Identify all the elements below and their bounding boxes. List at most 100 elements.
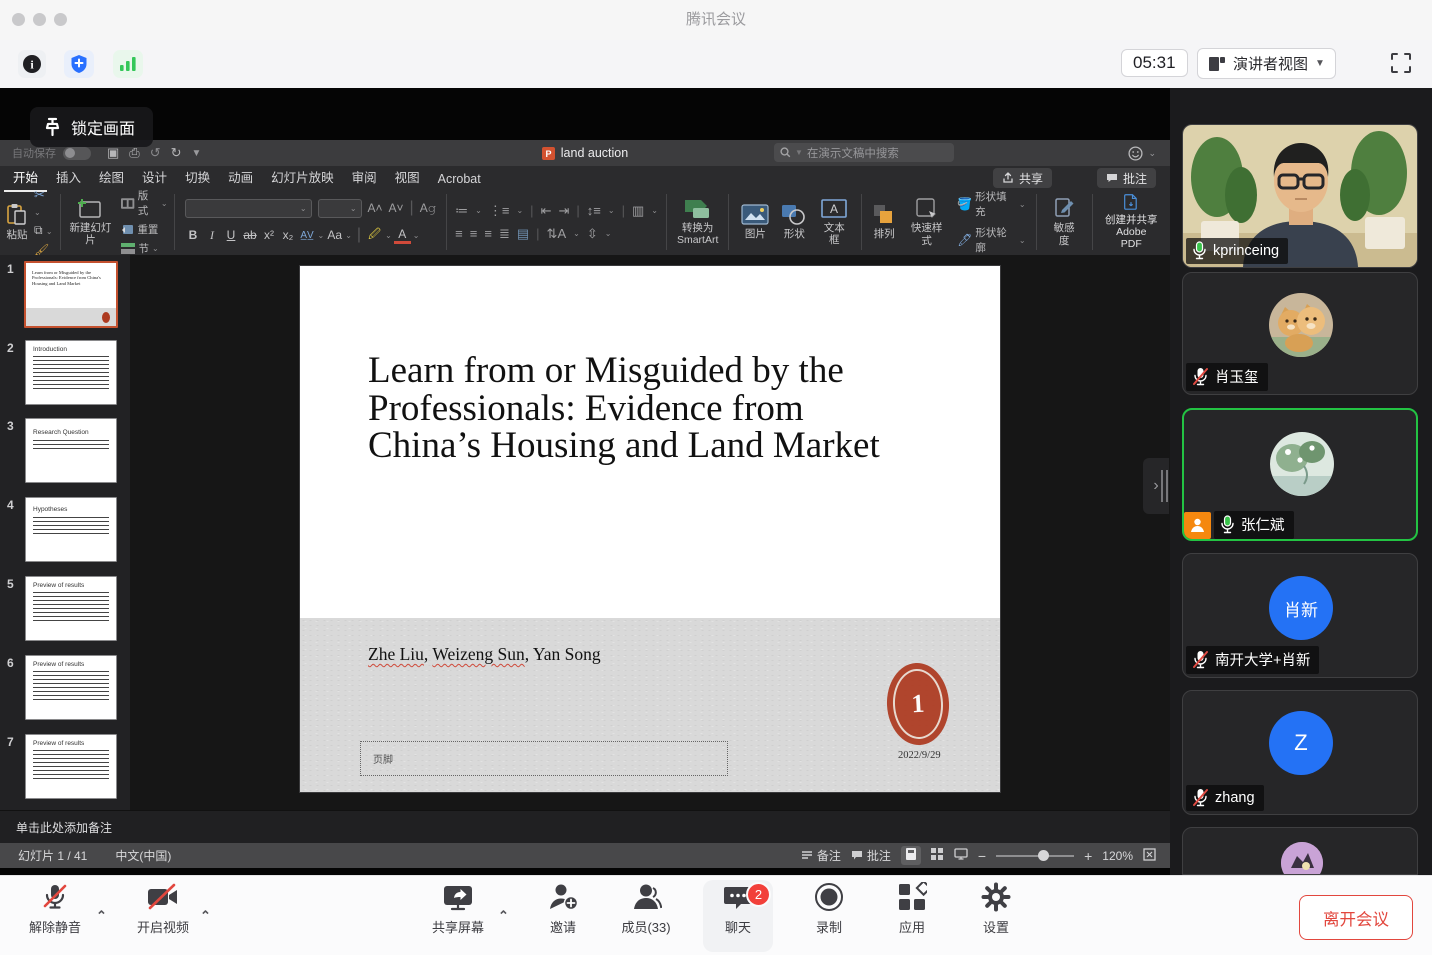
normal-view-button[interactable] bbox=[901, 846, 921, 865]
reset-button[interactable]: 重置 bbox=[121, 222, 167, 237]
tab-review[interactable]: 审阅 bbox=[343, 163, 386, 192]
font-size-select[interactable]: ⌄ bbox=[318, 199, 362, 218]
thumbnail-slide-1[interactable]: Learn from or Misguided by the Professio… bbox=[24, 261, 118, 328]
thumbnail-slide-3[interactable]: Research Question bbox=[25, 418, 117, 483]
start-video-button[interactable]: 开启视频 bbox=[121, 882, 205, 950]
fullscreen-button[interactable] bbox=[1388, 50, 1414, 81]
italic-button[interactable]: I bbox=[204, 228, 221, 243]
cut-button[interactable]: ✂ ⌄ bbox=[34, 187, 54, 218]
participant-tile-xiaoyuxi[interactable]: 肖玉玺 bbox=[1182, 272, 1418, 395]
tab-slideshow[interactable]: 幻灯片放映 bbox=[262, 163, 343, 192]
sensitivity-button[interactable]: 敏感度 bbox=[1037, 194, 1093, 250]
feedback-smiley-button[interactable]: ⌄ bbox=[1128, 146, 1156, 161]
justify-button[interactable]: ≣ bbox=[499, 226, 510, 242]
copy-button[interactable]: ⧉ ⌄ bbox=[34, 223, 54, 238]
share-screen-button[interactable]: 共享屏幕 bbox=[416, 882, 500, 950]
video-options-chevron[interactable]: ⌃ bbox=[200, 908, 211, 924]
members-button[interactable]: 成员(33) bbox=[604, 882, 688, 950]
smartart-group[interactable]: 转换为SmartArt bbox=[667, 194, 729, 250]
shape-outline-button[interactable]: 🖊形状轮廓⌄ bbox=[957, 225, 1025, 255]
slide-canvas[interactable]: Learn from or Misguided by the Professio… bbox=[300, 266, 1000, 792]
arrange-button[interactable]: 排列 bbox=[872, 203, 896, 240]
numbering-button[interactable]: ⋮≡ bbox=[489, 203, 510, 219]
align-left-button[interactable]: ≡ bbox=[455, 226, 463, 241]
search-input[interactable]: ▼ 在演示文稿中搜索 bbox=[774, 143, 954, 162]
share-document-button[interactable]: 共享 bbox=[993, 168, 1052, 188]
tab-animations[interactable]: 动画 bbox=[219, 163, 262, 192]
record-button[interactable]: 录制 bbox=[787, 882, 871, 950]
notes-pane[interactable]: 单击此处添加备注 bbox=[0, 810, 1170, 843]
strikethrough-button[interactable]: ab bbox=[242, 228, 259, 242]
decrease-indent-button[interactable]: ⇤ bbox=[541, 203, 552, 219]
settings-button[interactable]: 设置 bbox=[954, 882, 1038, 950]
comments-button[interactable]: 批注 bbox=[1097, 168, 1156, 188]
meeting-info-button[interactable]: i bbox=[18, 50, 46, 78]
paste-button[interactable]: 粘贴 bbox=[6, 203, 28, 241]
apps-button[interactable]: 应用 bbox=[870, 882, 954, 950]
align-right-button[interactable]: ≡ bbox=[484, 226, 492, 241]
undo-icon[interactable]: ↺ bbox=[150, 145, 161, 161]
change-case-button[interactable]: Aa bbox=[326, 228, 343, 242]
sidebar-drag-handle-icon[interactable] bbox=[1161, 470, 1168, 502]
thumbnail-slide-7[interactable]: Preview of results bbox=[25, 734, 117, 799]
thumbnail-slide-4[interactable]: Hypotheses bbox=[25, 497, 117, 562]
increase-indent-button[interactable]: ⇥ bbox=[558, 203, 569, 219]
layout-button[interactable]: 版式⌄ bbox=[121, 188, 167, 218]
distribute-button[interactable]: ▤ bbox=[517, 226, 529, 242]
bullets-button[interactable]: ≔ bbox=[455, 203, 468, 219]
textbox-button[interactable]: A 文本框 bbox=[819, 198, 849, 246]
adobe-pdf-button[interactable]: 创建并共享Adobe PDF bbox=[1093, 194, 1170, 250]
slide-sorter-view-button[interactable] bbox=[931, 848, 944, 863]
section-button[interactable]: 节⌄ bbox=[121, 241, 167, 256]
save-icon[interactable]: ▣ bbox=[107, 145, 119, 161]
underline-button[interactable]: U bbox=[223, 228, 240, 242]
footer-placeholder-box[interactable]: 页脚 bbox=[360, 741, 728, 776]
network-quality-button[interactable] bbox=[113, 50, 143, 78]
thumbnail-slide-6[interactable]: Preview of results bbox=[25, 655, 117, 720]
zoom-in-button[interactable]: + bbox=[1084, 848, 1092, 864]
line-spacing-button[interactable]: ↕≡ bbox=[587, 203, 601, 218]
unmute-button[interactable]: 解除静音 bbox=[13, 882, 97, 950]
meeting-security-button[interactable] bbox=[64, 50, 94, 78]
share-options-chevron[interactable]: ⌃ bbox=[498, 908, 509, 924]
shrink-font-button[interactable]: A˅ bbox=[389, 201, 404, 215]
subscript-button[interactable]: x₂ bbox=[280, 228, 297, 242]
shape-fill-button[interactable]: 🪣形状填充⌄ bbox=[957, 189, 1025, 219]
superscript-button[interactable]: x² bbox=[261, 228, 278, 242]
zoom-level[interactable]: 120% bbox=[1102, 849, 1133, 863]
participant-tile-zhang[interactable]: Z zhang bbox=[1182, 690, 1418, 815]
bold-button[interactable]: B bbox=[185, 228, 202, 242]
minimize-window-button[interactable] bbox=[33, 13, 46, 26]
character-spacing-button[interactable]: A̲V̲ bbox=[299, 230, 316, 241]
new-slide-button[interactable]: 新建幻灯片 bbox=[67, 198, 113, 246]
invite-button[interactable]: 邀请 bbox=[521, 882, 605, 950]
redo-icon[interactable]: ↻ bbox=[171, 145, 182, 161]
view-mode-selector[interactable]: 演讲者视图 ▼ bbox=[1197, 48, 1336, 79]
mic-options-chevron[interactable]: ⌃ bbox=[96, 908, 107, 924]
align-text-button[interactable]: ⇳ bbox=[587, 226, 598, 242]
close-window-button[interactable] bbox=[12, 13, 25, 26]
shapes-button[interactable]: 形状 bbox=[781, 204, 807, 240]
slideshow-view-button[interactable] bbox=[954, 848, 968, 863]
zoom-out-button[interactable]: − bbox=[978, 848, 986, 864]
lock-screen-button[interactable]: 锁定画面 bbox=[30, 107, 153, 147]
tab-transitions[interactable]: 切换 bbox=[176, 163, 219, 192]
participant-tile-partial[interactable] bbox=[1182, 827, 1418, 875]
columns-button[interactable]: ▥ bbox=[632, 203, 644, 219]
participant-tile-kprinceing[interactable]: kprinceing bbox=[1182, 124, 1418, 268]
tab-acrobat[interactable]: Acrobat bbox=[429, 168, 490, 192]
highlight-color-button[interactable]: 🖉 bbox=[366, 225, 383, 246]
leave-meeting-button[interactable]: 离开会议 bbox=[1299, 895, 1413, 940]
participant-tile-xiaoxin[interactable]: 肖新 南开大学+肖新 bbox=[1182, 553, 1418, 678]
grow-font-button[interactable]: A˄ bbox=[368, 201, 383, 215]
text-direction-button[interactable]: ⇅A bbox=[547, 226, 567, 242]
quick-styles-button[interactable]: 快速样式 bbox=[906, 197, 947, 246]
thumbnail-slide-2[interactable]: Introduction bbox=[25, 340, 117, 405]
language-indicator[interactable]: 中文(中国) bbox=[115, 847, 171, 864]
tab-view[interactable]: 视图 bbox=[386, 163, 429, 192]
zoom-slider[interactable] bbox=[996, 855, 1074, 857]
zoom-window-button[interactable] bbox=[54, 13, 67, 26]
comments-toggle-button[interactable]: 批注 bbox=[851, 847, 891, 864]
thumbnail-slide-5[interactable]: Preview of results bbox=[25, 576, 117, 641]
align-center-button[interactable]: ≡ bbox=[470, 226, 478, 241]
